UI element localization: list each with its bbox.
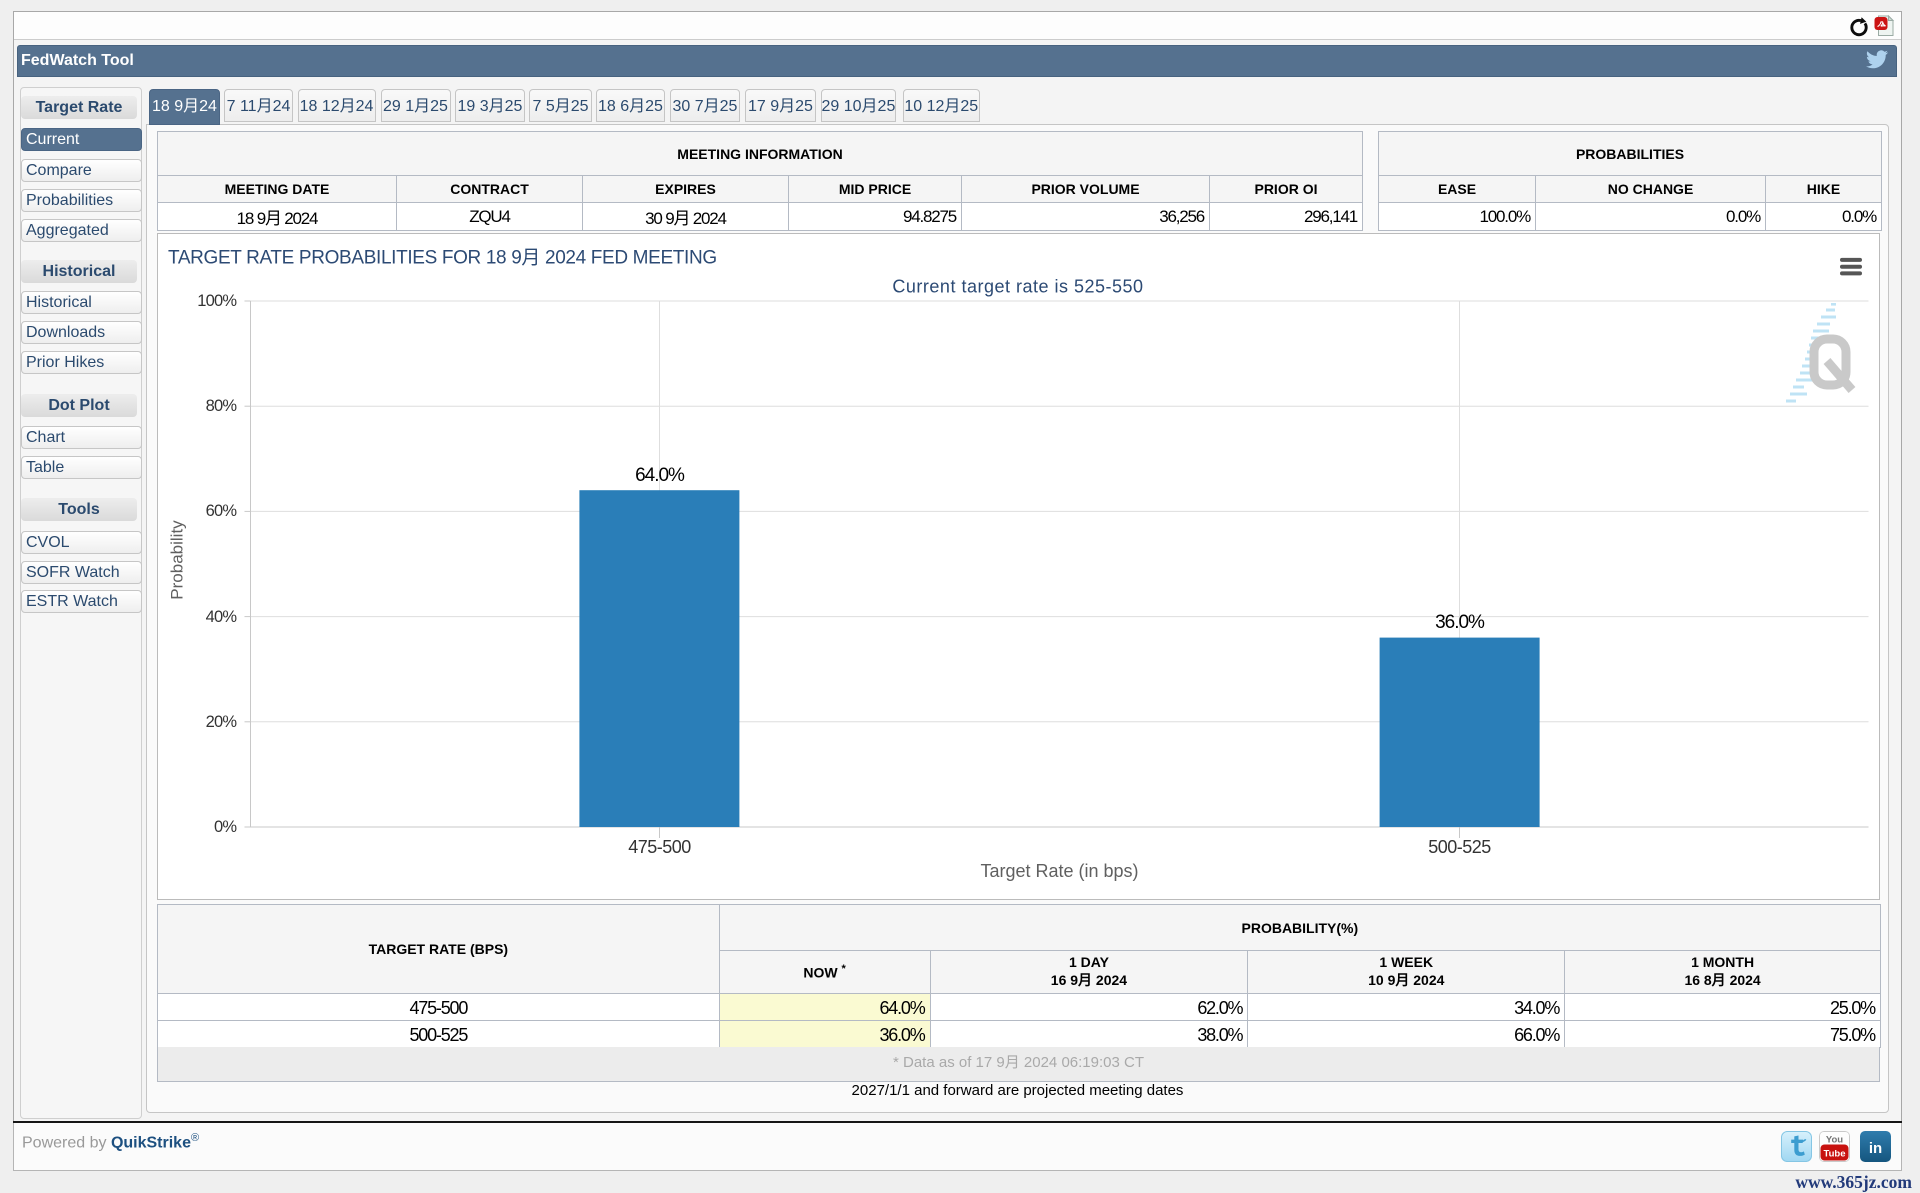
svg-text:Tube: Tube [1824, 1149, 1846, 1160]
svg-text:Current target rate is 525-550: Current target rate is 525-550 [892, 277, 1143, 297]
svg-text:80%: 80% [206, 397, 238, 415]
svg-text:475-500: 475-500 [628, 837, 691, 857]
svg-text:20%: 20% [206, 713, 238, 731]
svg-text:TARGET RATE PROBABILITIES FOR: TARGET RATE PROBABILITIES FOR 18 9月 2024… [168, 248, 717, 269]
svg-text:36.0%: 36.0% [1435, 612, 1485, 633]
svg-text:64.0%: 64.0% [635, 465, 685, 486]
svg-text:500-525: 500-525 [1428, 837, 1491, 857]
svg-text:0%: 0% [214, 818, 237, 836]
svg-text:40%: 40% [206, 608, 238, 626]
svg-text:in: in [1869, 1140, 1882, 1157]
svg-text:Target Rate (in bps): Target Rate (in bps) [980, 861, 1138, 881]
svg-text:Probability: Probability [168, 520, 187, 600]
svg-text:100%: 100% [197, 292, 237, 310]
svg-text:You: You [1826, 1135, 1843, 1146]
svg-text:60%: 60% [206, 502, 238, 520]
